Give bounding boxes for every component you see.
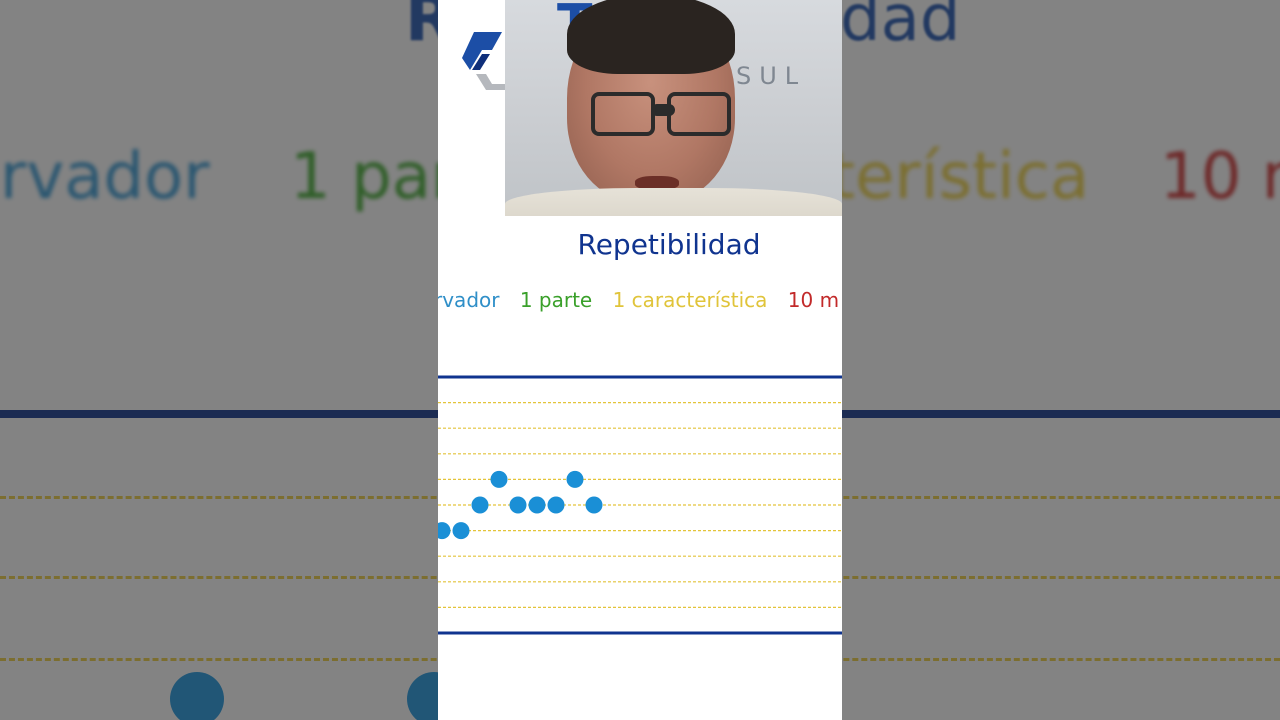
data-point — [438, 522, 451, 540]
data-point — [490, 470, 508, 488]
presenter-hair — [567, 0, 735, 74]
main-panel: Too NSUL Repetibilidad rvador 1 parte 1 … — [438, 0, 842, 720]
data-point — [509, 496, 527, 514]
presenter-shirt — [505, 188, 842, 216]
data-point — [452, 522, 470, 540]
presenter-glasses — [591, 92, 731, 136]
webcam-video: Too NSUL — [505, 0, 842, 216]
data-point — [585, 496, 603, 514]
slide-title: Repetibilidad — [577, 228, 761, 261]
data-point — [528, 496, 546, 514]
label-mediciones: 10 m — [787, 288, 840, 312]
data-point — [566, 470, 584, 488]
condition-labels: rvador 1 parte 1 característica 10 m — [438, 288, 842, 312]
label-parte: 1 parte — [519, 288, 593, 312]
label-caracteristica: 1 característica — [612, 288, 768, 312]
data-point — [547, 496, 565, 514]
label-observador: rvador — [438, 288, 500, 312]
repeatability-chart — [438, 375, 842, 635]
data-point — [471, 496, 489, 514]
